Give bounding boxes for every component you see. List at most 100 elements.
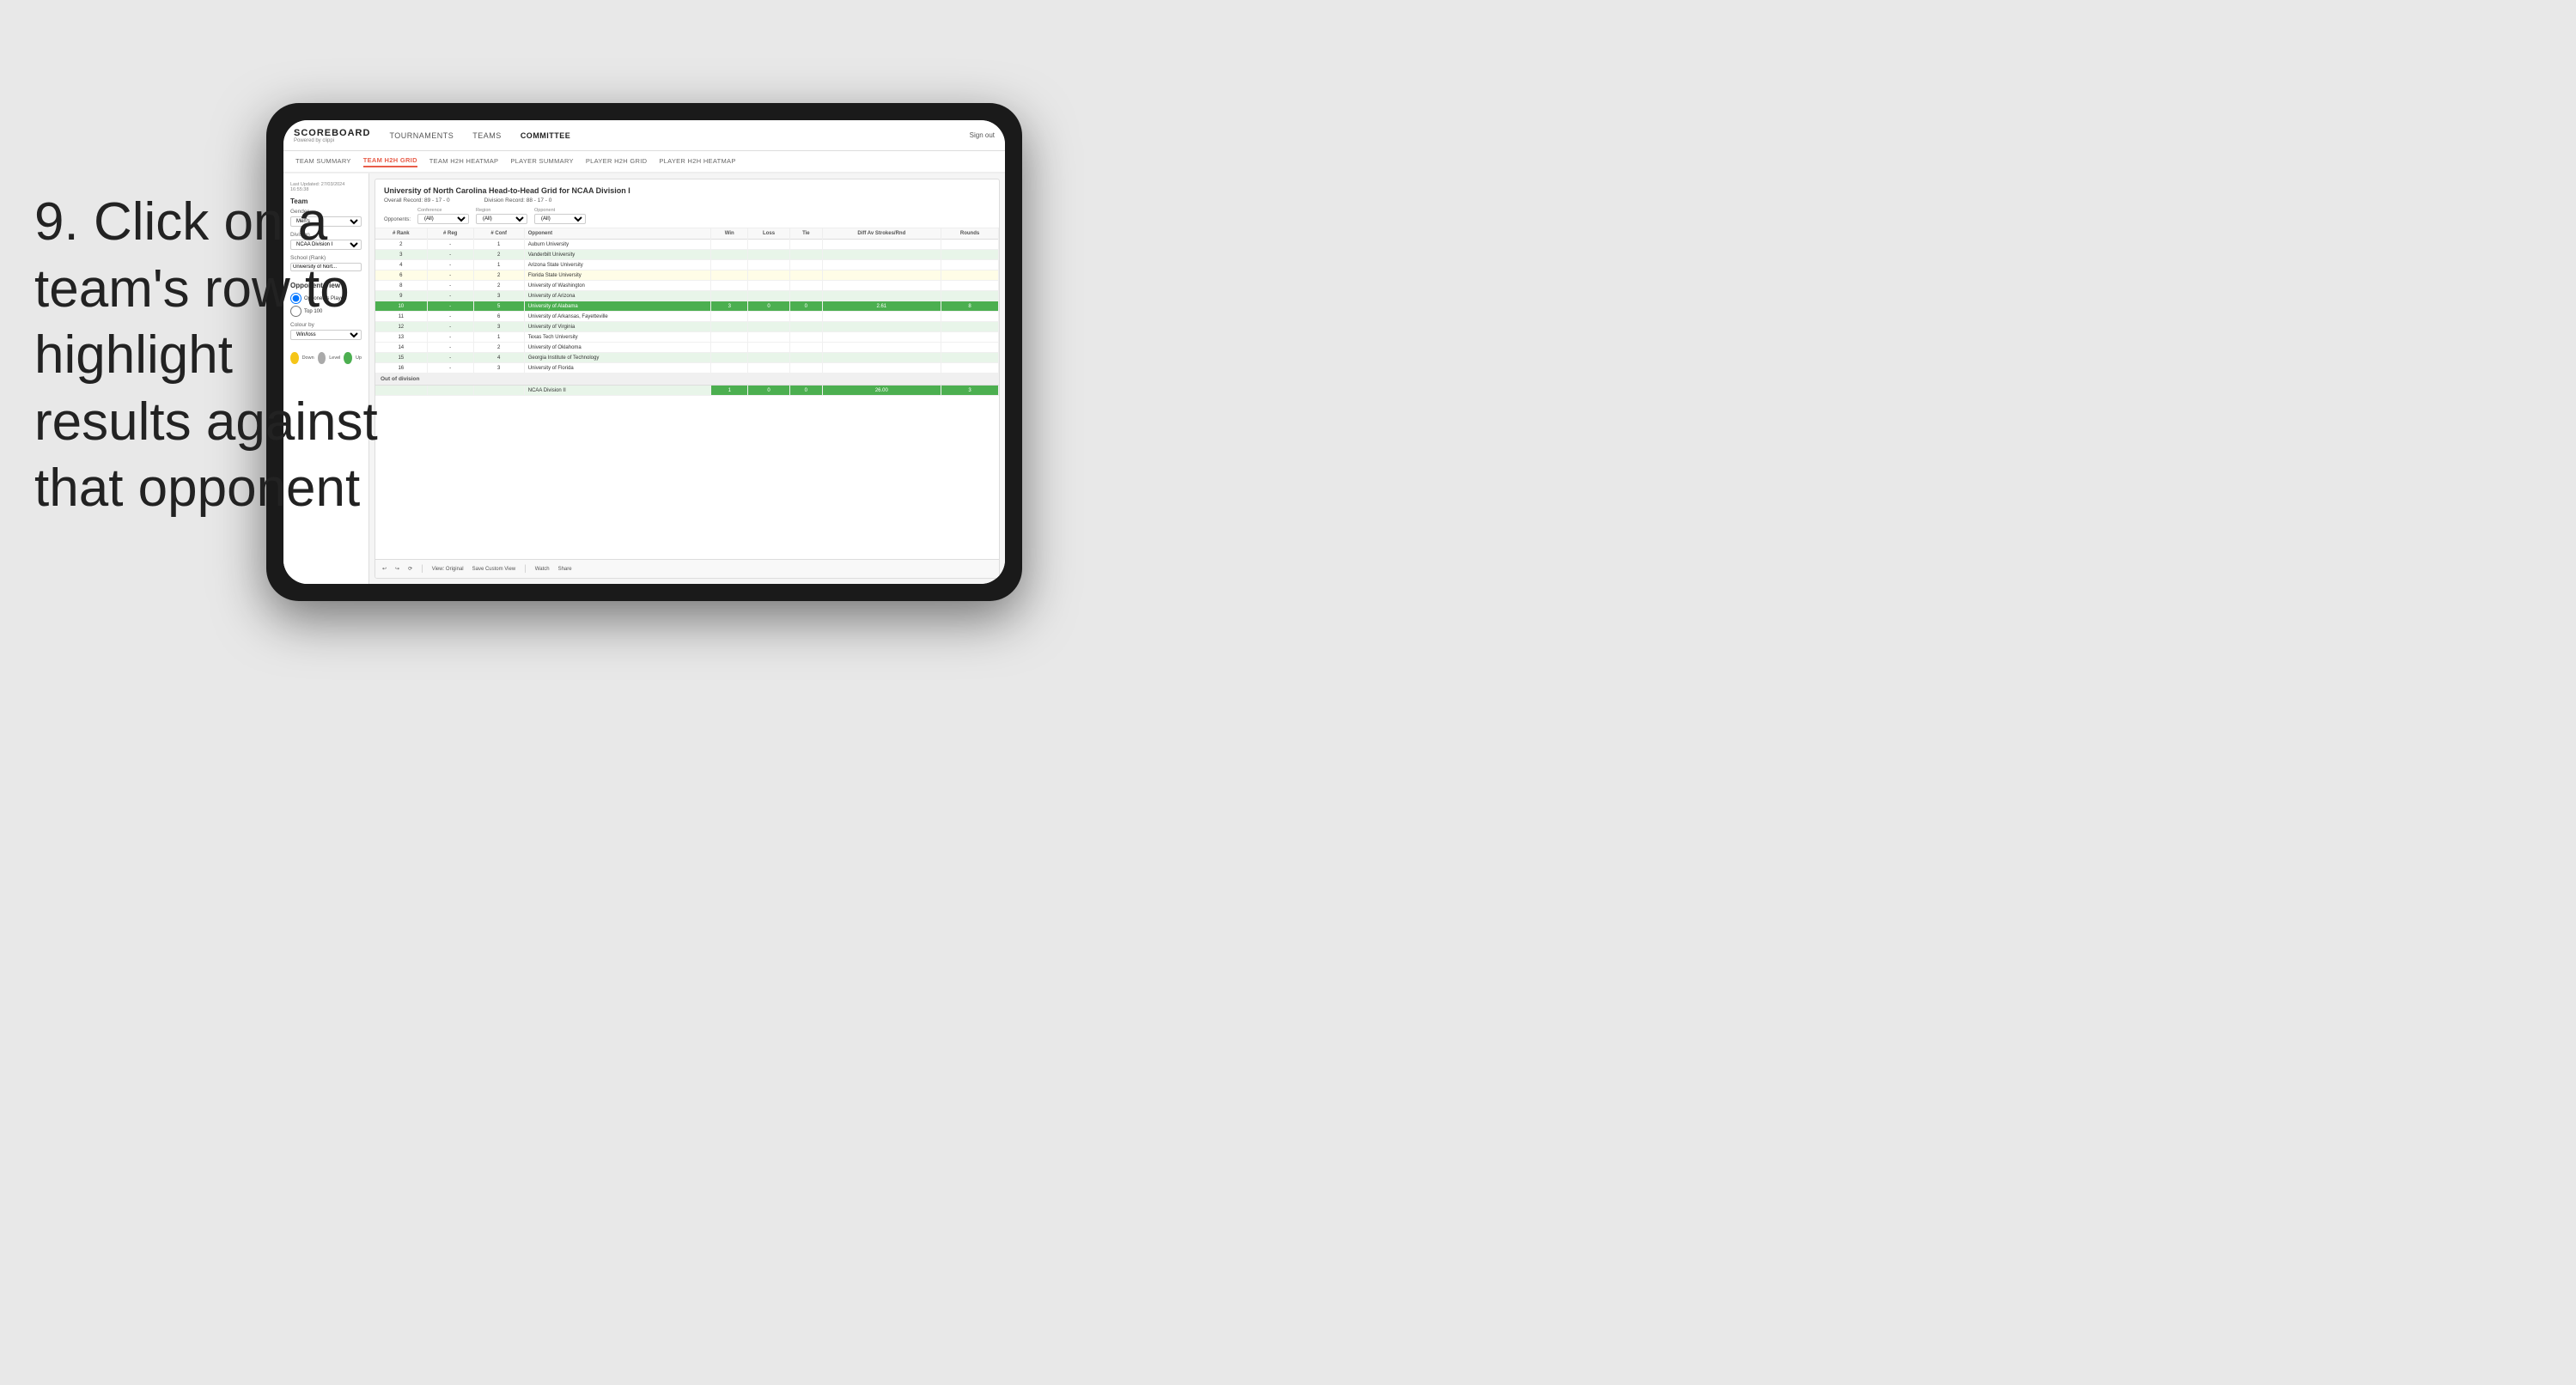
out-of-div-cell: 3 [941,386,999,396]
table-row[interactable]: 8-2University of Washington [375,281,999,291]
tab-player-summary[interactable]: PLAYER SUMMARY [510,157,574,167]
table-cell [822,332,941,343]
table-title: University of North Carolina Head-to-Hea… [384,186,990,195]
col-win: Win [711,228,748,240]
nav-tournaments[interactable]: TOURNAMENTS [387,128,455,143]
tab-team-h2h-grid[interactable]: TEAM H2H GRID [363,156,417,167]
table-cell: 2.61 [822,301,941,312]
out-of-div-cell: 0 [790,386,822,396]
table-row[interactable]: 6-2Florida State University [375,270,999,281]
col-reg: # Reg [427,228,473,240]
filter-region-group: Region (All) [476,208,527,224]
table-row[interactable]: 9-3University of Arizona [375,291,999,301]
table-row[interactable]: 11-6University of Arkansas, Fayetteville [375,312,999,322]
table-cell [822,281,941,291]
table-row[interactable]: 3-2Vanderbilt University [375,250,999,260]
table-cell [822,363,941,374]
table-cell: - [427,260,473,270]
table-cell: 2 [473,281,524,291]
table-cell [790,322,822,332]
undo-btn[interactable]: ↩ [382,566,387,572]
save-custom-btn[interactable]: Save Custom View [472,567,516,572]
view-original-btn[interactable]: View: Original [432,567,464,572]
table-cell: 3 [473,322,524,332]
table-body: 2-1Auburn University3-2Vanderbilt Univer… [375,240,999,396]
redo-btn[interactable]: ↪ [395,566,399,572]
filter-conference-select[interactable]: (All) [417,214,469,224]
table-cell [711,240,748,250]
nav-committee[interactable]: COMMITTEE [519,128,573,143]
table-cell [748,240,790,250]
out-of-division-row[interactable]: NCAA Division II10026.003 [375,386,999,396]
table-cell [941,322,999,332]
table-header-row: # Rank # Reg # Conf Opponent Win Loss Ti… [375,228,999,240]
table-cell: - [427,270,473,281]
table-cell: 1 [473,332,524,343]
tab-team-h2h-heatmap[interactable]: TEAM H2H HEATMAP [429,157,499,167]
out-of-div-cell: 26.00 [822,386,941,396]
table-row[interactable]: 10-5University of Alabama3002.618 [375,301,999,312]
table-cell [790,260,822,270]
tab-team-summary[interactable]: TEAM SUMMARY [295,157,351,167]
table-cell [822,250,941,260]
record-row: Overall Record: 89 - 17 - 0 Division Rec… [384,197,990,203]
col-loss: Loss [748,228,790,240]
table-cell: Auburn University [524,240,711,250]
instruction-text: 9. Click on a team's row to highlight re… [34,189,404,522]
filter-opponent-select[interactable]: (All) [534,214,586,224]
table-cell [748,270,790,281]
table-cell [748,343,790,353]
filter-conference-label: Conference [417,208,469,213]
nav-teams[interactable]: TEAMS [471,128,503,143]
table-row[interactable]: 4-1Arizona State University [375,260,999,270]
table-row[interactable]: 2-1Auburn University [375,240,999,250]
table-row[interactable]: 12-3University of Virginia [375,322,999,332]
table-cell: 5 [473,301,524,312]
table-cell [748,312,790,322]
table-cell: Arizona State University [524,260,711,270]
out-of-div-cell: 1 [711,386,748,396]
table-cell: - [427,281,473,291]
table-cell [822,322,941,332]
table-cell [941,312,999,322]
watch-btn[interactable]: Watch [535,567,550,572]
table-cell: 0 [748,301,790,312]
table-cell: Florida State University [524,270,711,281]
table-cell [822,270,941,281]
table-cell [711,312,748,322]
nav-items: TOURNAMENTS TEAMS COMMITTEE [387,128,969,143]
table-cell [748,291,790,301]
table-cell: University of Washington [524,281,711,291]
table-cell [941,281,999,291]
table-cell: 3 [473,363,524,374]
table-row[interactable]: 14-2University of Oklahoma [375,343,999,353]
table-cell: - [427,301,473,312]
table-cell [711,291,748,301]
table-cell: - [427,312,473,322]
col-rounds: Rounds [941,228,999,240]
filter-opponent-label: Opponent [534,208,586,213]
table-cell [748,322,790,332]
table-cell: University of Alabama [524,301,711,312]
table-cell [822,312,941,322]
table-cell [941,353,999,363]
tab-player-h2h-grid[interactable]: PLAYER H2H GRID [586,157,647,167]
table-cell [822,343,941,353]
logo-sub: Powered by clippi [294,138,370,143]
filter-region-label: Region [476,208,527,213]
table-row[interactable]: 13-1Texas Tech University [375,332,999,343]
table-row[interactable]: 15-4Georgia Institute of Technology [375,353,999,363]
share-btn[interactable]: Share [558,567,572,572]
table-cell [941,332,999,343]
table-cell [790,240,822,250]
sign-out-button[interactable]: Sign out [970,131,995,139]
back-btn[interactable]: ⟳ [408,566,412,572]
table-cell [822,291,941,301]
tab-player-h2h-heatmap[interactable]: PLAYER H2H HEATMAP [659,157,735,167]
table-row[interactable]: 16-3University of Florida [375,363,999,374]
filter-region-select[interactable]: (All) [476,214,527,224]
table-cell [748,250,790,260]
section-divider-row: Out of division [375,374,999,386]
table-cell [748,353,790,363]
table-cell: - [427,343,473,353]
